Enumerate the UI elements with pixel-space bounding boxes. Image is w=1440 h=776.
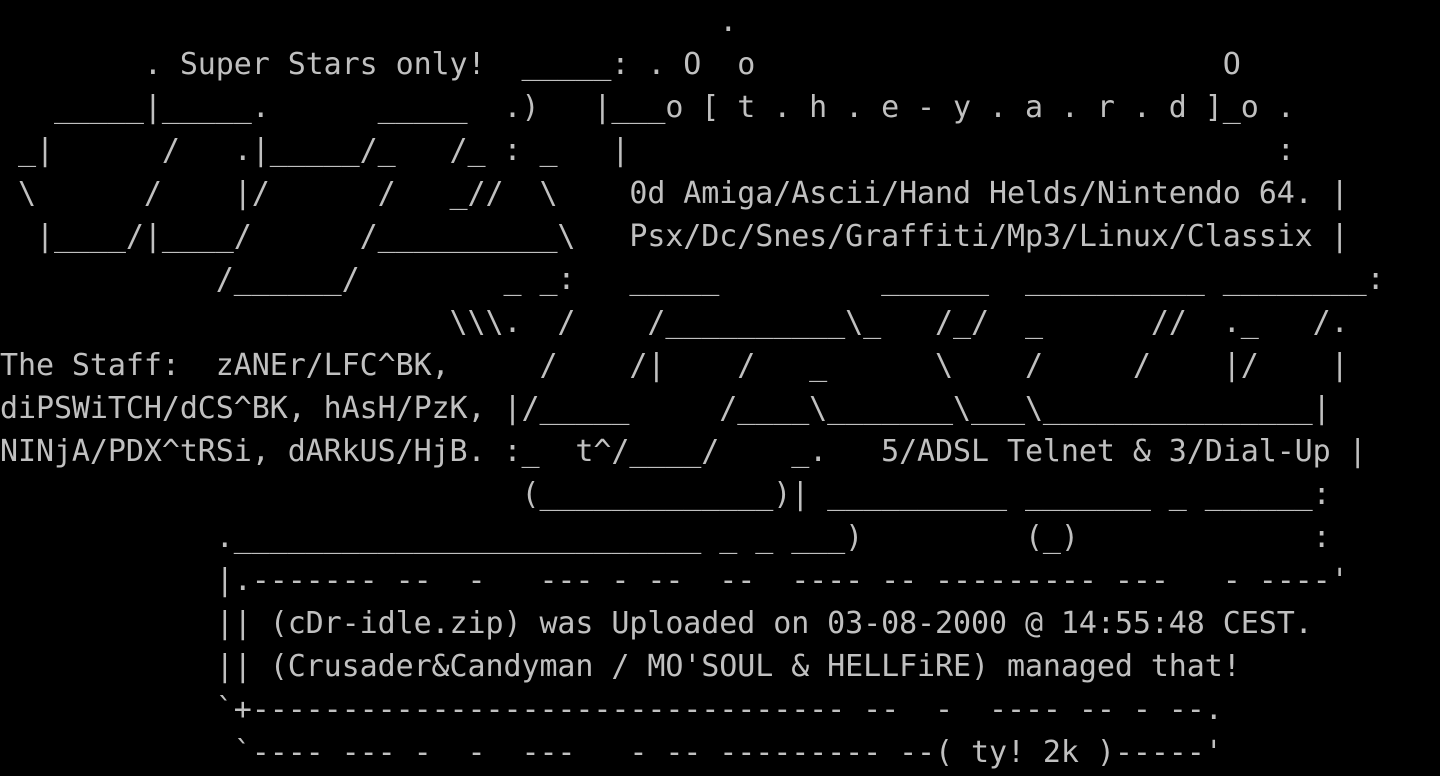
art-line-07: \\\. / /__________\_ /_/ _ // ._ /. bbox=[0, 305, 1349, 340]
art-line-15-upload-credits: || (Crusader&Candyman / MO'SOUL & HELLFi… bbox=[0, 649, 1241, 684]
art-line-01-super-stars-only: . Super Stars only! _____: . O o O bbox=[0, 47, 1241, 82]
ascii-art-welcome-screen: . . Super Stars only! _____: . O o O ___… bbox=[0, 0, 1385, 774]
art-line-12: .__________________________ _ _ ___) (_)… bbox=[0, 520, 1331, 555]
art-line-09-staff-list-2: diPSWiTCH/dCS^BK, hAsH/PzK, |/_____ /___… bbox=[0, 391, 1331, 426]
art-line-06: /______/ _ _: _____ ______ __________ __… bbox=[0, 262, 1385, 297]
bbs-terminal-screen: . . Super Stars only! _____: . O o O ___… bbox=[0, 0, 1440, 776]
art-line-05-platforms-list-2: |____/|____/ /__________\ Psx/Dc/Snes/Gr… bbox=[0, 219, 1349, 254]
art-line-08-staff-list-1: The Staff: zANEr/LFC^BK, / /| / _ \ / / … bbox=[0, 348, 1349, 383]
art-line-02-the-yard-title: _____|_____. _____ .) |___o [ t . h . e … bbox=[0, 90, 1295, 125]
art-line-00: . bbox=[0, 4, 738, 39]
art-line-14-upload-notice: || (cDr-idle.zip) was Uploaded on 03-08-… bbox=[0, 606, 1313, 641]
art-line-04-platforms-list-1: \ / |/ / _// \ 0d Amiga/Ascii/Hand Helds… bbox=[0, 176, 1349, 211]
art-line-13: |.------- -- - --- - -- -- ---- -- -----… bbox=[0, 563, 1349, 598]
art-line-03: _| / .|_____/_ /_ : _ | : bbox=[0, 133, 1295, 168]
art-line-10-staff-list-3-nodes: NINjA/PDX^tRSi, dARkUS/HjB. :_ t^/____/ … bbox=[0, 434, 1367, 469]
art-line-16: `+--------------------------------- -- -… bbox=[0, 692, 1223, 727]
art-line-17-signature: `---- --- - - --- - -- --------- --( ty!… bbox=[0, 735, 1223, 770]
art-line-11: (_____________)| __________ _______ _ __… bbox=[0, 477, 1331, 512]
